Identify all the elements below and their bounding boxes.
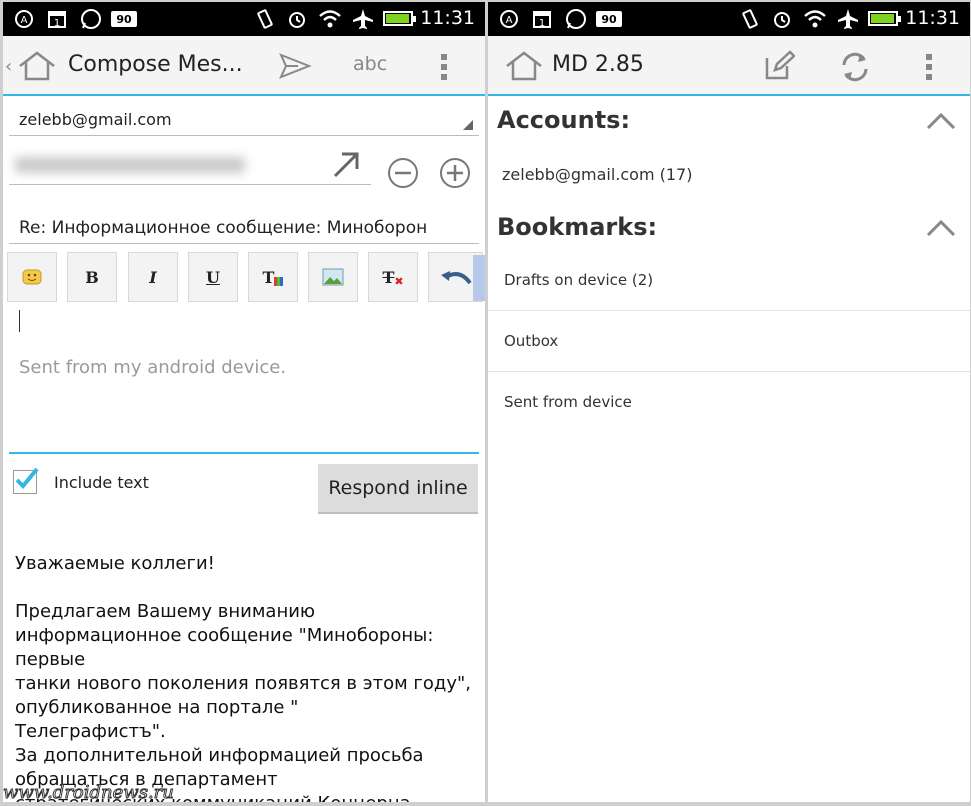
bookmark-drafts[interactable]: Drafts on device (2) xyxy=(488,251,970,311)
autorotate-icon: A xyxy=(13,8,35,30)
accounts-header: Accounts: xyxy=(497,106,631,134)
respond-inline-button[interactable]: Respond inline xyxy=(318,464,478,514)
wifi-icon xyxy=(317,8,343,30)
collapse-accounts-icon[interactable] xyxy=(926,112,956,134)
signature-text[interactable]: Sent from my android device. xyxy=(19,357,286,378)
quoted-message-body: Уважаемые коллеги! Предлагаем Вашему вни… xyxy=(15,552,475,802)
home-icon[interactable] xyxy=(17,50,57,82)
subject-underline xyxy=(9,243,479,244)
include-text-checkbox[interactable] xyxy=(13,467,39,494)
whatsapp-icon xyxy=(79,8,103,30)
status-time: 11:31 xyxy=(420,7,475,29)
subject-input[interactable]: Re: Информационное сообщение: Миноборон xyxy=(19,218,469,238)
text-cursor xyxy=(19,310,20,332)
badge-90-icon: 90 xyxy=(111,11,137,27)
bookmarks-header: Bookmarks: xyxy=(497,213,658,241)
calendar-day: 1 xyxy=(538,17,546,29)
clear-format-label: T xyxy=(382,267,395,287)
svg-text:A: A xyxy=(21,15,28,26)
compose-screen: A 1 90 11:31 ‹ Compose Mes... abc zelebb… xyxy=(3,2,485,802)
clear-format-icon: ✖ xyxy=(394,274,404,288)
battery-icon xyxy=(868,11,901,26)
wifi-icon xyxy=(802,8,828,30)
accounts-action-bar: MD 2.85 xyxy=(488,36,970,96)
bookmark-label: Drafts on device (2) xyxy=(504,271,654,289)
overflow-menu-icon[interactable] xyxy=(926,54,932,80)
spellcheck-button[interactable]: abc xyxy=(353,53,387,75)
quoted-greeting: Уважаемые коллеги! xyxy=(15,553,215,574)
recipient-field-blurred[interactable] xyxy=(15,157,245,173)
bookmark-label: Sent from device xyxy=(504,393,632,411)
compose-title: Compose Mes... xyxy=(68,52,243,77)
vibrate-icon xyxy=(738,8,762,30)
whatsapp-icon xyxy=(564,8,588,30)
watermark: www.droidnews.ru xyxy=(3,782,174,803)
back-caret-icon[interactable]: ‹ xyxy=(5,56,12,77)
status-bar: A 1 90 11:31 xyxy=(488,2,970,36)
text-color-label: T xyxy=(262,267,275,287)
from-account-select[interactable]: zelebb@gmail.com xyxy=(19,110,172,129)
bookmark-label: Outbox xyxy=(504,332,559,350)
collapse-bookmarks-icon[interactable] xyxy=(926,219,956,241)
account-item[interactable]: zelebb@gmail.com (17) xyxy=(502,165,692,184)
add-recipient-icon[interactable] xyxy=(439,157,471,189)
remove-recipient-icon[interactable] xyxy=(387,157,419,189)
status-time: 11:31 xyxy=(905,7,960,29)
from-underline xyxy=(9,135,479,136)
format-scroll-indicator xyxy=(473,255,485,301)
text-color-button[interactable]: T xyxy=(248,252,298,302)
battery-icon xyxy=(383,11,416,26)
insert-image-icon[interactable] xyxy=(308,252,358,302)
overflow-menu-icon[interactable] xyxy=(441,54,447,80)
body-focus-underline xyxy=(9,452,479,454)
send-icon[interactable] xyxy=(278,52,312,80)
text-color-icon xyxy=(274,276,284,286)
bold-button[interactable]: B xyxy=(67,252,117,302)
clear-format-button[interactable]: T ✖ xyxy=(368,252,418,302)
status-bar: A 1 90 11:31 xyxy=(3,2,485,36)
alarm-icon xyxy=(285,8,309,30)
alarm-icon xyxy=(770,8,794,30)
refresh-icon[interactable] xyxy=(838,50,872,84)
expand-recipients-icon[interactable] xyxy=(331,150,361,180)
badge-90-icon: 90 xyxy=(596,11,622,27)
home-icon[interactable] xyxy=(504,50,544,82)
include-text-label: Include text xyxy=(54,473,149,492)
bookmark-sent[interactable]: Sent from device xyxy=(488,373,970,433)
recipient-underline xyxy=(9,184,371,185)
compose-action-bar: ‹ Compose Mes... abc xyxy=(3,36,485,96)
svg-text:A: A xyxy=(506,15,513,26)
quoted-paragraph: Предлагаем Вашему вниманию информационно… xyxy=(15,601,471,802)
airplane-icon xyxy=(351,8,375,30)
underline-button[interactable]: U xyxy=(188,252,238,302)
bookmark-outbox[interactable]: Outbox xyxy=(488,312,970,372)
accounts-screen: A 1 90 11:31 MD 2.85 Accounts: zelebb@gm… xyxy=(488,2,970,802)
airplane-icon xyxy=(836,8,860,30)
calendar-day: 1 xyxy=(53,17,61,29)
app-version-title: MD 2.85 xyxy=(552,52,644,77)
italic-button[interactable]: I xyxy=(128,252,178,302)
compose-icon[interactable] xyxy=(763,50,795,82)
vibrate-icon xyxy=(253,8,277,30)
dropdown-corner-icon xyxy=(463,120,473,130)
autorotate-icon: A xyxy=(498,8,520,30)
emoji-icon[interactable] xyxy=(7,252,57,302)
